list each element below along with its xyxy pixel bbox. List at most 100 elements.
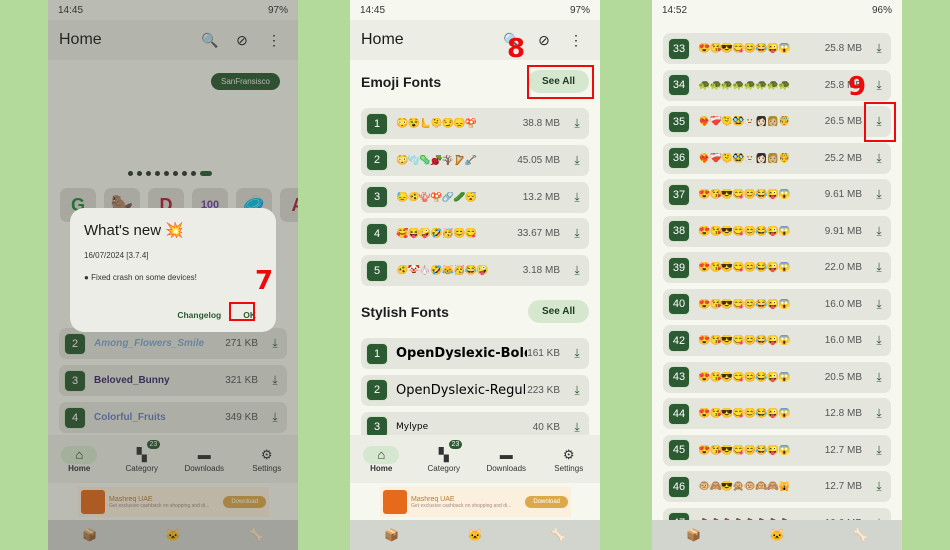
gear-icon: ⚙ (562, 446, 575, 462)
list-item[interactable]: 2 OpenDyslexic-Regular 223 KB ⤓ (361, 374, 589, 406)
download-icon[interactable]: ⤓ (872, 224, 886, 239)
nav-settings[interactable]: ⚙ Settings (538, 435, 601, 483)
item-size: 16.0 MB (824, 298, 862, 310)
list-item[interactable]: 36 ❤️‍🔥❤️‍🩹🫠🥸🫥👩🏻👩🏼🤴 25.2 MB ⤓ (663, 142, 891, 174)
download-icon[interactable]: ⤓ (872, 41, 886, 56)
see-all-stylish-button[interactable]: See All (528, 300, 589, 323)
nav-downloads[interactable]: ▬ Downloads (475, 435, 538, 483)
status-time: 14:45 (360, 4, 386, 16)
home-cat-icon[interactable]: 🐱 (770, 528, 785, 542)
section-title: Emoji Fonts (361, 73, 442, 90)
list-item[interactable]: 4 🥰😝🤪🤣🥳😊😋 33.67 MB ⤓ (361, 218, 589, 250)
back-icon[interactable]: 🦴 (551, 528, 566, 542)
bottom-nav: ⌂ Home ▚ 23 Category ▬ Downloads ⚙ Settings (350, 435, 600, 483)
download-icon[interactable]: ⤓ (872, 151, 886, 166)
list-item[interactable]: 46 🐵🙈😎🙊🐵🙉🙈🙀 12.7 MB ⤓ (663, 471, 891, 502)
download-icon[interactable]: ⤓ (872, 187, 886, 202)
ad-description: Get exclusive cashback on shopping and d… (411, 502, 512, 509)
item-number: 35 (668, 110, 690, 133)
item-number: 38 (668, 220, 690, 242)
download-icon[interactable]: ⤓ (570, 383, 584, 398)
list-item[interactable]: 3 😓🫨🪸🍄🔗🥒😴 13.2 MB ⤓ (361, 181, 589, 213)
list-item[interactable]: 35 ❤️‍🔥❤️‍🩹🫠🥸🫥👩🏻👩🏼🤴 26.5 MB ⤓ (663, 106, 891, 137)
ad-text: Mashreq UAE Get exclusive cashback on sho… (411, 496, 525, 509)
download-icon[interactable]: ⤓ (872, 406, 886, 421)
list-item[interactable]: 42 😍😘😎😋😊😂😜😱 16.0 MB ⤓ (663, 325, 891, 356)
more-options-icon[interactable]: ⋮ (563, 32, 589, 49)
list-item[interactable]: 1 😳😵🫷🫠😏😞🍄 38.8 MB ⤓ (361, 108, 589, 139)
item-number: 45 (668, 439, 690, 461)
item-name: 😍😘😎😋😊😂😜😱 (698, 444, 791, 456)
annotation-box (864, 102, 896, 142)
item-size: 22.0 MB (824, 262, 862, 273)
home-icon: ⌂ (363, 445, 400, 464)
annotation-box (527, 65, 594, 99)
download-icon[interactable]: ⤓ (872, 370, 886, 385)
ad-download-button[interactable]: Download (525, 496, 568, 508)
nav-category[interactable]: ▚ 23 Category (413, 435, 476, 483)
item-number: 46 (668, 475, 690, 498)
item-number: 42 (668, 329, 690, 352)
list-item[interactable]: 44 😍😘😎😋😊😂😜😱 12.8 MB ⤓ (663, 398, 891, 429)
section-title: Stylish Fonts (361, 303, 449, 320)
item-number: 36 (668, 147, 690, 169)
changelog-button[interactable]: Changelog (177, 310, 221, 320)
item-size: 26.5 MB (824, 116, 862, 127)
back-icon[interactable]: 🦴 (853, 528, 868, 542)
dialog-title: What's new 💥 (84, 222, 184, 239)
ad-banner[interactable]: Mashreq UAE Get exclusive cashback on sho… (380, 487, 571, 517)
list-item[interactable]: 33 😍😘😎😋😊😂😜😱 25.8 MB ⤓ (663, 33, 891, 64)
recent-apps-icon[interactable]: 📦 (384, 528, 399, 542)
nav-home[interactable]: ⌂ Home (350, 435, 413, 483)
app-bar: Home 🔍 ⊘ ⋮ (350, 20, 600, 60)
item-number: 37 (668, 183, 690, 206)
item-name: 😍😘😎😋😊😂😜😱 (698, 43, 791, 54)
remove-ads-icon[interactable]: ⊘ (531, 32, 557, 49)
download-icon[interactable]: ⤓ (872, 78, 886, 93)
annotation-step-number: 7 (255, 266, 274, 296)
download-icon[interactable]: ⤓ (570, 226, 584, 241)
item-name: 😓🫨🪸🍄🔗🥒😴 (396, 191, 477, 203)
system-nav: 📦 🐱 🦴 (350, 520, 600, 550)
list-item[interactable]: 45 😍😘😎😋😊😂😜😱 12.7 MB ⤓ (663, 434, 891, 466)
download-icon[interactable]: ⤓ (872, 443, 886, 458)
download-icon[interactable]: ⤓ (570, 116, 584, 131)
download-icon[interactable]: ⤓ (872, 333, 886, 348)
item-size: 12.8 MB (824, 408, 862, 419)
item-number: 1 (366, 112, 388, 135)
item-size: 20.5 MB (824, 371, 862, 383)
list-item[interactable]: 39 😍😘😎😋😊😂😜😱 22.0 MB ⤓ (663, 252, 891, 283)
download-icon[interactable]: ⤓ (872, 260, 886, 275)
download-icon[interactable]: ⤓ (570, 153, 584, 168)
status-time: 14:52 (662, 4, 688, 16)
nav-label: Home (370, 463, 393, 473)
item-size: 13.2 MB (522, 191, 560, 203)
list-item[interactable]: 38 😍😘😎😋😊😂😜😱 9.91 MB ⤓ (663, 215, 891, 247)
list-item[interactable]: 43 😍😘😎😋😊😂😜😱 20.5 MB ⤓ (663, 361, 891, 393)
home-cat-icon[interactable]: 🐱 (468, 528, 483, 542)
list-item[interactable]: 37 😍😘😎😋😊😂😜😱 9.61 MB ⤓ (663, 179, 891, 210)
download-icon[interactable]: ⤓ (570, 190, 584, 205)
item-size: 12.7 MB (824, 481, 862, 492)
battery-level: 97% (569, 4, 590, 16)
dialog-date: 16/07/2024 [3.7.4] (84, 251, 149, 260)
item-size: 25.2 MB (824, 152, 862, 164)
nav-label: Category (427, 463, 460, 473)
item-number: 5 (366, 259, 388, 282)
recent-apps-icon[interactable]: 📦 (686, 528, 701, 542)
item-number: 2 (366, 379, 388, 402)
download-icon[interactable]: ⤓ (570, 420, 584, 435)
annotation-step-number: 8 (507, 34, 526, 64)
system-nav: 📦 🐱 🦴 (652, 520, 902, 550)
item-name: 😍😘😎😋😊😂😜😱 (698, 262, 791, 273)
item-number: 2 (366, 149, 388, 172)
download-icon[interactable]: ⤓ (570, 263, 584, 278)
list-item[interactable]: 5 🫨🤡🧄🤣😹🥳😂🤪 3.18 MB ⤓ (361, 255, 589, 287)
item-name: 😍😘😎😋😊😂😜😱 (698, 371, 791, 383)
download-icon[interactable]: ⤓ (872, 479, 886, 494)
list-item[interactable]: 1 OpenDyslexic-Bold 161 KB ⤓ (361, 338, 589, 369)
list-item[interactable]: 40 😍😘😎😋😊😂😜😱 16.0 MB ⤓ (663, 288, 891, 320)
list-item[interactable]: 2 😳🫧🦠🫜🪾🪉🪏 45.05 MB ⤓ (361, 144, 589, 176)
download-icon[interactable]: ⤓ (570, 346, 584, 361)
download-icon[interactable]: ⤓ (872, 297, 886, 312)
